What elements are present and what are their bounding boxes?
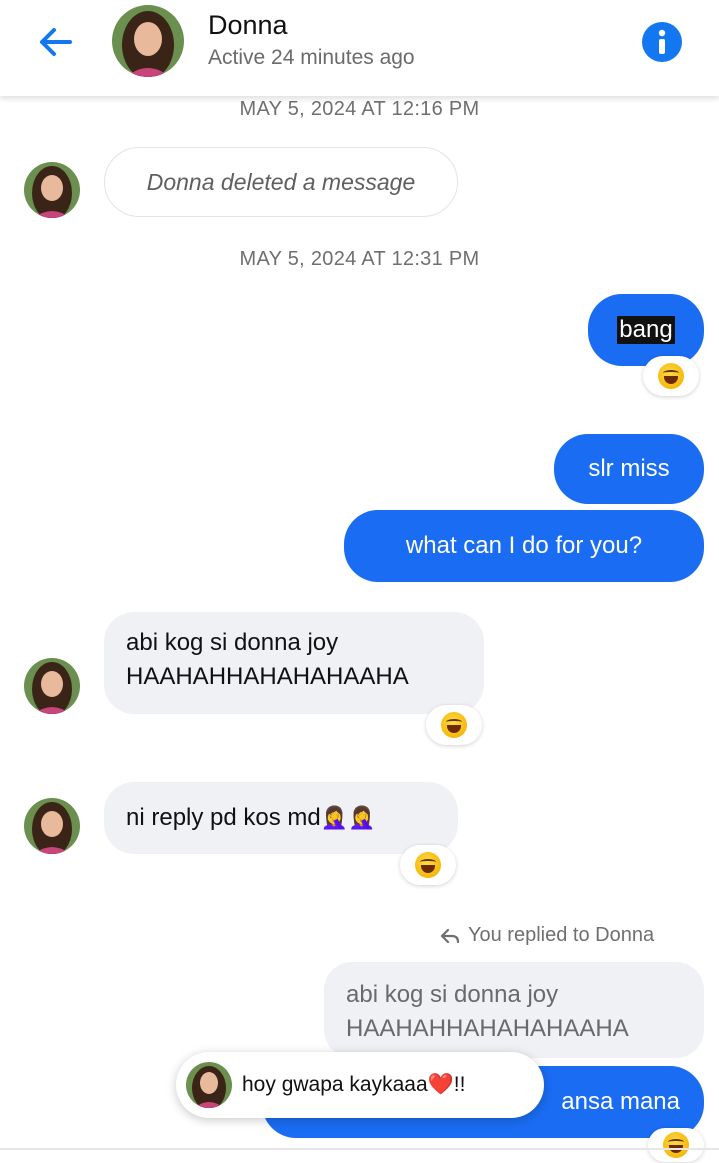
message-text: slr miss (588, 455, 670, 482)
toast-suffix: !! (453, 1073, 466, 1096)
quoted-text-line: HAAHAHHAHAHAHAAHA (346, 1015, 629, 1042)
timestamp: MAY 5, 2024 AT 12:31 PM (239, 248, 480, 270)
toast-avatar (186, 1062, 232, 1108)
contact-name: Donna (208, 10, 288, 40)
message-text: ansa mana (561, 1088, 680, 1115)
laughing-face-icon (441, 712, 467, 738)
reply-indicator: You replied to Donna (440, 924, 654, 947)
info-button[interactable] (642, 22, 682, 62)
message-text-line: HAAHAHHAHAHAHAAHA (126, 663, 409, 690)
message-text: bang (617, 316, 675, 344)
reaction-badge[interactable] (648, 1128, 704, 1162)
reply-indicator-label: You replied to Donna (468, 924, 655, 946)
contact-avatar[interactable] (112, 5, 184, 77)
reaction-badge[interactable] (400, 845, 456, 885)
arrow-left-icon (40, 28, 72, 56)
laughing-face-icon (658, 363, 684, 389)
laughing-face-icon (415, 852, 441, 878)
laughing-face-icon (663, 1132, 689, 1158)
toast-message: hoy gwapa kaykaaa❤️!! (242, 1073, 465, 1097)
message-bubble-incoming[interactable]: ni reply pd kos md 🤦‍♀️🤦‍♀️ (104, 782, 458, 854)
conversation-header: Donna Active 24 minutes ago (0, 0, 719, 96)
reaction-badge[interactable] (643, 356, 699, 396)
message-bubble-outgoing[interactable]: bang (588, 294, 704, 366)
message-text: what can I do for you? (405, 532, 643, 559)
timestamp: MAY 5, 2024 AT 12:16 PM (239, 98, 480, 120)
message-bubble-outgoing[interactable]: what can I do for you? (344, 510, 704, 582)
message-text: ni reply pd kos md (126, 804, 321, 831)
divider (0, 1148, 719, 1150)
reply-arrow-icon (440, 928, 460, 943)
back-button[interactable] (30, 22, 80, 62)
contact-avatar-small[interactable] (24, 162, 80, 218)
contact-avatar-small[interactable] (24, 798, 80, 854)
message-notification-toast[interactable]: hoy gwapa kaykaaa❤️!! (176, 1052, 544, 1118)
deleted-message-notice: Donna deleted a message (104, 147, 458, 217)
heart-emoji: ❤️ (427, 1073, 454, 1096)
info-icon (658, 29, 666, 54)
contact-status: Active 24 minutes ago (208, 46, 415, 69)
reaction-badge[interactable] (426, 705, 482, 745)
quoted-text-line: abi kog si donna joy (346, 981, 559, 1008)
message-text-line: abi kog si donna joy (126, 629, 339, 656)
contact-avatar-small[interactable] (24, 658, 80, 714)
toast-text: hoy gwapa kaykaaa (242, 1073, 428, 1096)
message-bubble-incoming[interactable]: abi kog si donna joy HAAHAHHAHAHAHAAHA (104, 612, 484, 714)
facepalm-emoji: 🤦‍♀️🤦‍♀️ (320, 805, 376, 830)
message-bubble-outgoing[interactable]: slr miss (554, 434, 704, 504)
quoted-message[interactable]: abi kog si donna joy HAAHAHHAHAHAHAAHA (324, 962, 704, 1058)
